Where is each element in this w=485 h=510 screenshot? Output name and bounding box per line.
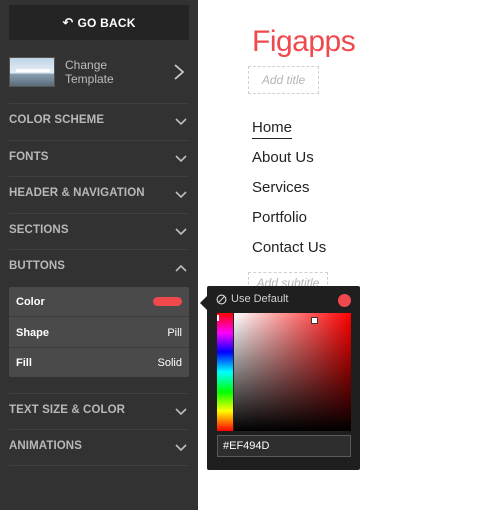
section-text-size-color[interactable]: TEXT SIZE & COLOR [9, 393, 189, 429]
section-label: HEADER & NAVIGATION [9, 187, 145, 199]
sidebar: ↶ GO BACK Change Template COLOR SCHEME F… [0, 0, 198, 510]
chevron-right-icon [174, 64, 185, 80]
nav-link-about-us[interactable]: About Us [252, 149, 314, 166]
chevron-down-icon [175, 444, 187, 452]
prohibited-icon [216, 294, 227, 304]
button-fill-label: Fill [16, 357, 32, 369]
section-label: COLOR SCHEME [9, 114, 105, 126]
go-back-label: GO BACK [77, 15, 136, 30]
color-picker-popup: Use Default [207, 286, 360, 470]
buttons-settings-panel: Color Shape Pill Fill Solid [9, 287, 189, 377]
chevron-down-icon [175, 155, 187, 163]
button-color-swatch[interactable] [153, 297, 182, 306]
hex-color-input[interactable] [217, 435, 351, 457]
section-fonts[interactable]: FONTS [9, 140, 189, 176]
section-sections[interactable]: SECTIONS [9, 213, 189, 249]
chevron-down-icon [175, 118, 187, 126]
button-shape-value: Pill [167, 327, 182, 339]
section-label: BUTTONS [9, 260, 66, 272]
hue-slider-handle[interactable] [217, 315, 219, 321]
chevron-down-icon [175, 228, 187, 236]
section-label: TEXT SIZE & COLOR [9, 404, 126, 416]
saturation-value-handle[interactable] [311, 317, 318, 324]
current-color-dot [338, 294, 351, 307]
section-buttons[interactable]: BUTTONS [9, 249, 189, 285]
reply-arrow-icon: ↶ [62, 14, 74, 30]
section-label: FONTS [9, 151, 49, 163]
use-default-label: Use Default [231, 293, 289, 305]
chevron-down-icon [175, 191, 187, 199]
section-label: SECTIONS [9, 224, 69, 236]
site-logo[interactable]: Figapps [252, 25, 356, 59]
change-template-label: Change Template [65, 58, 114, 86]
button-shape-setting[interactable]: Shape Pill [9, 318, 189, 348]
section-label: ANIMATIONS [9, 440, 82, 452]
chevron-up-icon [175, 264, 187, 272]
change-template-button[interactable]: Change Template [0, 48, 198, 100]
template-thumbnail [9, 57, 55, 87]
button-color-setting[interactable]: Color [9, 287, 189, 317]
hue-slider[interactable] [217, 313, 233, 431]
use-default-button[interactable]: Use Default [216, 293, 288, 305]
button-fill-value: Solid [157, 357, 182, 369]
nav-link-portfolio[interactable]: Portfolio [252, 209, 307, 226]
section-color-scheme[interactable]: COLOR SCHEME [9, 103, 189, 139]
button-fill-setting[interactable]: Fill Solid [9, 348, 189, 378]
sidebar-divider [9, 465, 189, 466]
chevron-down-icon [175, 408, 187, 416]
nav-link-contact-us[interactable]: Contact Us [252, 239, 326, 256]
section-header-navigation[interactable]: HEADER & NAVIGATION [9, 176, 189, 212]
go-back-button[interactable]: ↶ GO BACK [9, 5, 189, 40]
button-shape-label: Shape [16, 327, 50, 339]
picker-pointer [200, 296, 207, 310]
saturation-value-area[interactable] [234, 313, 351, 431]
nav-link-services[interactable]: Services [252, 179, 310, 196]
button-color-label: Color [16, 296, 45, 308]
add-title-placeholder[interactable]: Add title [248, 66, 319, 94]
nav-link-home[interactable]: Home [252, 119, 293, 139]
section-animations[interactable]: ANIMATIONS [9, 429, 189, 465]
